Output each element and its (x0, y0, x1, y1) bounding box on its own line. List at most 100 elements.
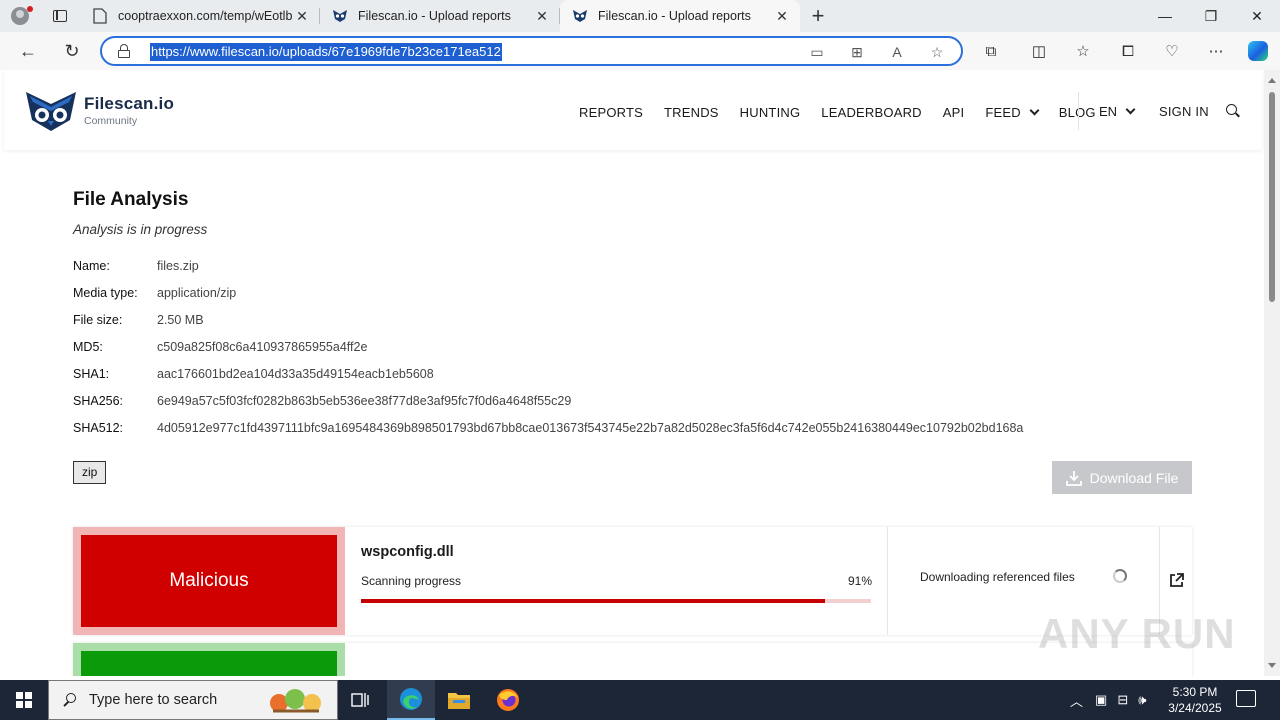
nav-hunting[interactable]: HUNTING (740, 105, 801, 120)
search-icon[interactable] (1226, 104, 1240, 118)
page-icon (92, 8, 108, 24)
nav-reports[interactable]: REPORTS (579, 105, 643, 120)
verdict-badge: Malicious (81, 535, 337, 627)
task-view-icon[interactable] (336, 680, 384, 720)
tab-actions-icon[interactable] (40, 0, 80, 32)
language-selector[interactable]: EN (1099, 104, 1136, 119)
copilot-icon[interactable] (1248, 41, 1268, 61)
split-screen-icon[interactable]: ◫ (1029, 41, 1049, 61)
chevron-up-icon[interactable]: ︿ (1070, 691, 1083, 710)
download-file-button[interactable]: Download File (1052, 461, 1192, 494)
tab-title: Filescan.io - Upload reports (358, 9, 511, 23)
start-button[interactable] (0, 680, 48, 720)
file-type-tag[interactable]: zip (73, 461, 107, 484)
scrollbar-thumb[interactable] (1269, 92, 1275, 302)
minimize-icon[interactable]: — (1142, 0, 1188, 32)
more-icon[interactable]: ⋯ (1206, 41, 1226, 61)
meta-label: SHA256: (73, 394, 124, 408)
qr-icon[interactable]: ⊞ (848, 43, 866, 61)
scroll-up-icon[interactable] (1268, 78, 1276, 83)
close-tab-icon[interactable]: ✕ (294, 8, 310, 24)
verdict-frame: Malicious (73, 527, 345, 635)
close-tab-icon[interactable]: ✕ (774, 8, 790, 24)
extensions-icon[interactable]: ⧉ (981, 41, 1001, 61)
meta-row-md5: MD5: c509a825f08c6a410937865955a4ff2e (73, 340, 367, 354)
nav-api[interactable]: API (943, 105, 965, 120)
brand-name: Filescan.io (84, 93, 175, 113)
browser-tab-3[interactable]: Filescan.io - Upload reports ✕ (560, 0, 800, 32)
restore-icon[interactable]: ❐ (1188, 0, 1234, 32)
scroll-down-icon[interactable] (1268, 663, 1276, 668)
close-tab-icon[interactable]: ✕ (534, 8, 550, 24)
progress-bar (361, 599, 871, 603)
meta-value: aac176601bd2ea104d33a35d49154eacb1eb5608 (157, 367, 434, 381)
page-viewport: Filescan.io Community REPORTS TRENDS HUN… (0, 70, 1264, 676)
back-icon[interactable]: ← (15, 39, 41, 63)
meta-row-sha256: SHA256: 6e949a57c5f03fcf0282b863b5eb536e… (73, 394, 571, 408)
file-explorer-icon[interactable] (435, 680, 483, 720)
meta-label: Name: (73, 259, 110, 273)
analysis-status: Analysis is in progress (73, 222, 208, 237)
download-label: Download File (1089, 469, 1179, 486)
meta-value: application/zip (157, 286, 237, 300)
browser-tab-1[interactable]: cooptraexxon.com/temp/wEotlb ✕ (80, 0, 320, 32)
page-title: File Analysis (73, 189, 189, 210)
page-scrollbar[interactable] (1264, 70, 1280, 676)
owl-logo-icon (26, 92, 76, 131)
edge-taskbar-icon[interactable] (387, 680, 435, 720)
firefox-icon[interactable] (484, 680, 532, 720)
meta-value: c509a825f08c6a410937865955a4ff2e (157, 340, 368, 354)
nav-trends[interactable]: TRENDS (664, 105, 719, 120)
close-window-icon[interactable]: ✕ (1234, 0, 1280, 32)
lock-icon[interactable] (118, 44, 130, 58)
profile-icon[interactable] (0, 0, 40, 32)
meta-label: SHA512: (73, 421, 124, 435)
app-available-icon[interactable]: ▭ (808, 43, 826, 61)
open-external-icon[interactable] (1169, 573, 1184, 587)
progress-bar-fill (361, 599, 826, 603)
refresh-icon[interactable]: ↻ (59, 39, 85, 63)
windows-taskbar: Type here to search ︿ ▣ ⊟ 🕪 5:30 PM 3/24… (0, 680, 1280, 720)
filescan-favicon (332, 8, 348, 24)
taskbar-search-box[interactable]: Type here to search (48, 680, 338, 720)
sign-in-link[interactable]: SIGN IN (1159, 104, 1209, 119)
meta-value: 2.50 MB (157, 313, 204, 327)
loading-spinner-icon (1113, 569, 1127, 583)
scanned-filename[interactable]: wspconfig.dll (361, 544, 454, 560)
meta-label: MD5: (73, 340, 103, 354)
browser-essentials-icon[interactable]: ♡ (1162, 41, 1182, 61)
meta-label: SHA1: (73, 367, 110, 381)
nav-feed-label: FEED (985, 104, 1021, 120)
chevron-down-icon (1125, 104, 1136, 115)
windows-logo-icon (16, 692, 32, 708)
address-bar[interactable]: https://www.filescan.io/uploads/67e1969f… (100, 36, 963, 66)
site-logo[interactable]: Filescan.io Community (24, 88, 174, 132)
taskbar-clock[interactable]: 5:30 PM 3/24/2025 (1160, 684, 1230, 716)
meta-row-file-size: File size: 2.50 MB (73, 313, 204, 327)
ethernet-icon[interactable]: ⊟ (1117, 692, 1128, 708)
clock-date: 3/24/2025 (1168, 701, 1222, 715)
read-aloud-icon[interactable]: A (888, 43, 906, 61)
nav-feed[interactable]: FEED (985, 104, 1040, 120)
meta-label: File size: (73, 313, 123, 327)
brand-subtitle: Community (84, 114, 138, 127)
anyrun-watermark: ANY RUN (1038, 610, 1236, 657)
favorite-star-icon[interactable]: ☆ (928, 43, 946, 61)
favorites-icon[interactable]: ☆ (1073, 41, 1093, 61)
nav-leaderboard[interactable]: LEADERBOARD (821, 105, 921, 120)
collections-icon[interactable]: ⧠ (1118, 41, 1138, 61)
language-label: EN (1099, 104, 1118, 119)
meta-row-name: Name: files.zip (73, 259, 199, 273)
browser-tab-2[interactable]: Filescan.io - Upload reports ✕ (320, 0, 560, 32)
url-text[interactable]: https://www.filescan.io/uploads/67e1969f… (150, 43, 502, 61)
new-tab-button[interactable]: + (800, 0, 836, 32)
volume-icon[interactable]: 🕪 (1138, 692, 1146, 708)
scan-result-card-2 (73, 643, 1192, 676)
system-tray: ︿ ▣ ⊟ 🕪 (1070, 680, 1146, 720)
network-icon[interactable]: ▣ (1095, 692, 1107, 708)
chevron-down-icon (1029, 105, 1040, 115)
progress-percent: 91% (848, 574, 873, 588)
meta-value: 4d05912e977c1fd4397111bfc9a1695484369b89… (157, 421, 1024, 435)
notifications-icon[interactable] (1236, 690, 1256, 707)
search-icon (63, 693, 77, 707)
